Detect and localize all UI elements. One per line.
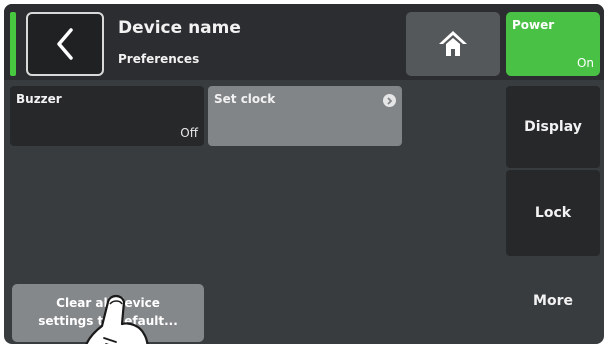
screen: Device name Preferences Power On Buzzer … (4, 4, 604, 344)
display-button[interactable]: Display (506, 86, 600, 168)
status-indicator (10, 12, 16, 76)
device-title: Device name (118, 18, 241, 38)
page-subtitle: Preferences (118, 52, 200, 66)
power-label: Power (512, 18, 555, 32)
lock-button[interactable]: Lock (506, 170, 600, 256)
clear-settings-line2: settings to default... (38, 314, 178, 328)
buzzer-tile[interactable]: Buzzer Off (10, 86, 204, 146)
set-clock-label: Set clock (214, 92, 276, 106)
more-button[interactable]: More (506, 258, 600, 344)
header-bar: Device name Preferences Power On (4, 4, 604, 80)
arrow-right-circle-icon (383, 94, 396, 107)
clear-settings-line1: Clear all device (56, 296, 160, 310)
set-clock-tile[interactable]: Set clock (208, 86, 402, 146)
back-chevron-icon (57, 28, 73, 60)
home-icon (439, 31, 467, 56)
power-value: On (576, 56, 594, 70)
power-button[interactable]: Power On (506, 12, 600, 76)
buzzer-value: Off (180, 126, 198, 140)
home-button[interactable] (406, 12, 500, 76)
buzzer-label: Buzzer (16, 92, 62, 106)
back-button[interactable] (26, 12, 104, 76)
clear-settings-button[interactable]: Clear all device settings to default... (12, 284, 204, 342)
